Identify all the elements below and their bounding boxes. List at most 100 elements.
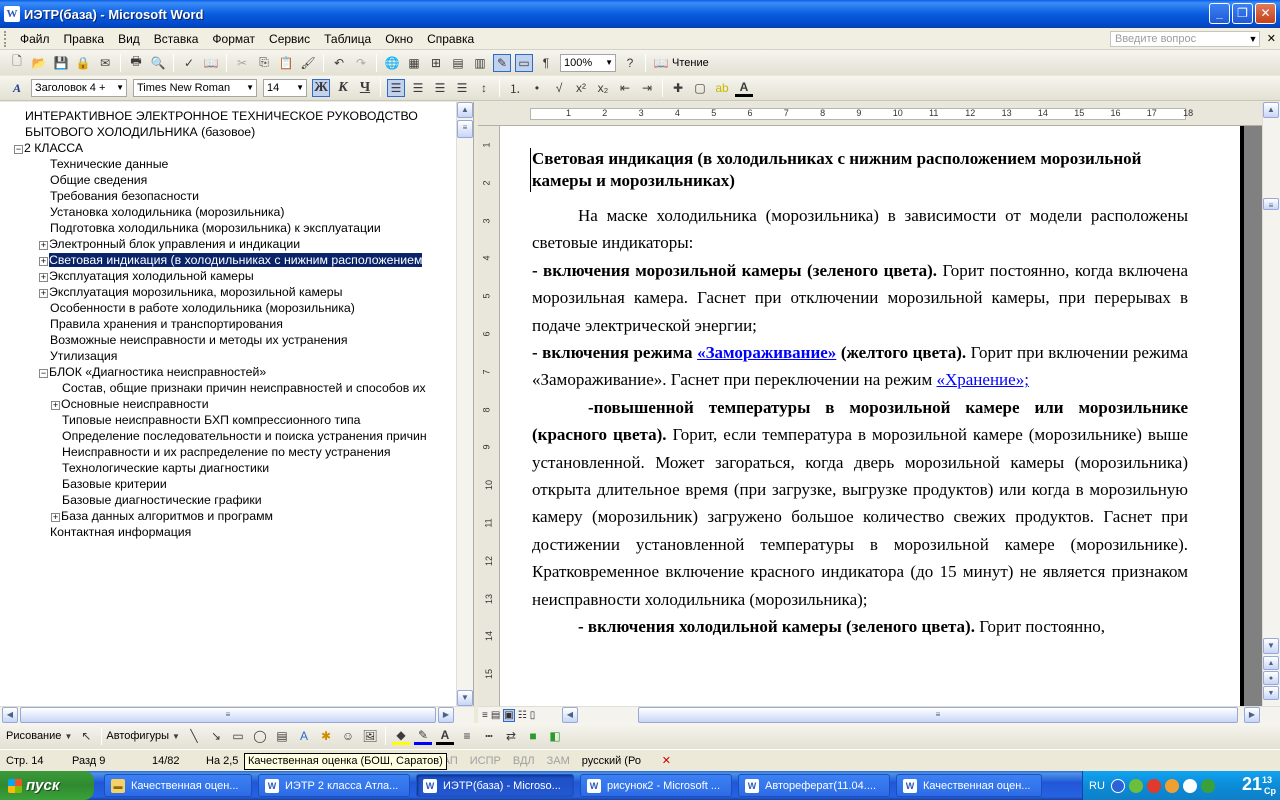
new-document-icon[interactable]: 🗋 bbox=[8, 54, 26, 72]
menu-format[interactable]: Формат bbox=[205, 32, 262, 46]
justify-icon[interactable]: ☰ bbox=[453, 79, 471, 97]
status-trk[interactable]: ИСПР bbox=[464, 755, 507, 767]
document-map-item[interactable]: + База данных алгоритмов и программ bbox=[0, 508, 456, 524]
taskbar-item[interactable]: Wрисунок2 - Microsoft ... bbox=[580, 774, 732, 797]
minimize-button[interactable]: _ bbox=[1209, 3, 1230, 24]
print-icon[interactable]: 🖶 bbox=[127, 54, 145, 72]
arrow-style-icon[interactable]: ⇄ bbox=[502, 727, 520, 745]
chevron-down-icon[interactable]: ▼ bbox=[171, 727, 181, 745]
document-map-pane[interactable]: ИНТЕРАКТИВНОЕ ЭЛЕКТРОННОЕ ТЕХНИЧЕСКОЕ РУ… bbox=[0, 102, 474, 706]
scroll-thumb[interactable]: ≡ bbox=[457, 120, 473, 138]
document-map-item[interactable]: −2 КЛАССА bbox=[0, 140, 456, 156]
start-button[interactable]: пуск bbox=[0, 771, 94, 800]
menu-grip[interactable] bbox=[4, 30, 7, 47]
bold-icon[interactable]: Ж bbox=[312, 79, 330, 97]
columns-icon[interactable]: ▥ bbox=[471, 54, 489, 72]
textbox-icon[interactable]: ▤ bbox=[273, 727, 291, 745]
previous-page-icon[interactable]: ▲ bbox=[1263, 656, 1279, 670]
email-icon[interactable]: ✉ bbox=[96, 54, 114, 72]
next-page-icon[interactable]: ▼ bbox=[1263, 686, 1279, 700]
autoshapes-menu-button[interactable]: Автофигуры bbox=[106, 730, 169, 742]
print-preview-icon[interactable]: 🔍 bbox=[149, 54, 167, 72]
subscript-icon[interactable]: x₂ bbox=[594, 79, 612, 97]
research-icon[interactable]: 📖 bbox=[202, 54, 220, 72]
align-right-icon[interactable]: ☰ bbox=[431, 79, 449, 97]
reading-icon[interactable]: 📖 bbox=[652, 54, 670, 72]
drawing-icon[interactable]: ✎ bbox=[493, 53, 511, 72]
zoom-select[interactable]: 100% ▼ bbox=[560, 53, 616, 72]
line-spacing-icon[interactable]: ↕ bbox=[475, 79, 493, 97]
dash-style-icon[interactable]: ┅ bbox=[480, 727, 498, 745]
tray-network-icon[interactable] bbox=[1128, 778, 1143, 793]
menu-edit[interactable]: Правка bbox=[57, 32, 112, 46]
scroll-down-icon[interactable]: ▼ bbox=[1263, 638, 1279, 654]
highlight-icon[interactable]: ab bbox=[713, 79, 731, 97]
document-map-item[interactable]: Особенности в работе холодильника (мороз… bbox=[0, 300, 456, 316]
spelling-icon[interactable]: ✓ bbox=[180, 54, 198, 72]
scroll-up-icon[interactable]: ▲ bbox=[457, 102, 473, 118]
taskbar-item[interactable]: ▬ Качественная оцен... bbox=[104, 774, 252, 797]
numbering-icon[interactable]: ⒈ bbox=[506, 79, 524, 97]
document-map-item[interactable]: Контактная информация bbox=[0, 524, 456, 540]
hscroll-thumb[interactable]: ≡ bbox=[20, 707, 436, 723]
wordart-icon[interactable]: A bbox=[295, 727, 313, 745]
arrow-icon[interactable]: ↘ bbox=[207, 727, 225, 745]
status-ovr[interactable]: ЗАМ bbox=[541, 755, 576, 767]
document-map-item[interactable]: Базовые диагностические графики bbox=[0, 492, 456, 508]
scroll-right-icon[interactable]: ▶ bbox=[438, 707, 454, 723]
document-map-item[interactable]: Технологические карты диагностики bbox=[0, 460, 456, 476]
menu-insert[interactable]: Вставка bbox=[147, 32, 206, 46]
horizontal-ruler[interactable]: 1 2 3 4 5 6 7 8 9 10 11 12 13 14 15 16 17 18 bbox=[478, 102, 1280, 126]
paste-icon[interactable]: 📋 bbox=[277, 54, 295, 72]
word-app-icon[interactable]: W bbox=[4, 6, 20, 22]
3d-icon[interactable]: ◧ bbox=[546, 727, 564, 745]
expand-icon[interactable]: + bbox=[51, 513, 60, 522]
oval-icon[interactable]: ◯ bbox=[251, 727, 269, 745]
document-map-item[interactable]: Состав, общие признаки причин неисправно… bbox=[0, 380, 456, 396]
document-map-item[interactable]: + Эксплуатация морозильника, морозильной … bbox=[0, 284, 456, 300]
vertical-ruler[interactable]: 1 2 3 4 5 6 7 8 9 10 11 12 13 14 15 bbox=[478, 126, 500, 706]
document-map-item[interactable]: Неисправности и их распределение по мест… bbox=[0, 444, 456, 460]
format-painter-icon[interactable]: 🖌 bbox=[299, 54, 317, 72]
line-color-icon[interactable]: ✎ bbox=[414, 727, 432, 745]
equation-icon[interactable]: √ bbox=[550, 79, 568, 97]
document-map-item[interactable]: Подготовка холодильника (морозильника) к… bbox=[0, 220, 456, 236]
permission-icon[interactable]: 🔒 bbox=[74, 54, 92, 72]
tray-app-icon[interactable] bbox=[1164, 778, 1179, 793]
taskbar-item-active[interactable]: W ИЭТР(база) - Microso... bbox=[416, 774, 574, 797]
spelling-status-icon[interactable]: ✕ bbox=[656, 754, 677, 767]
styles-formatting-icon[interactable]: A bbox=[8, 79, 26, 97]
line-style-icon[interactable]: ≡ bbox=[458, 727, 476, 745]
insert-table-icon[interactable]: ⊞ bbox=[427, 54, 445, 72]
drawing-menu-button[interactable]: Рисование bbox=[6, 730, 61, 742]
browse-object-icon[interactable]: ● bbox=[1263, 671, 1279, 685]
fill-color-icon[interactable]: ◆ bbox=[392, 727, 410, 745]
document-map-item[interactable]: + Электронный блок управления и индикации bbox=[0, 236, 456, 252]
decrease-indent-icon[interactable]: ⇤ bbox=[616, 79, 634, 97]
document-map-item[interactable]: Общие сведения bbox=[0, 172, 456, 188]
increase-indent-icon[interactable]: ⇥ bbox=[638, 79, 656, 97]
document-map-item[interactable]: ИНТЕРАКТИВНОЕ ЭЛЕКТРОННОЕ ТЕХНИЧЕСКОЕ РУ… bbox=[0, 108, 456, 124]
web-view-icon[interactable]: ▤ bbox=[491, 710, 500, 721]
document-map-item[interactable]: + Основные неисправности bbox=[0, 396, 456, 412]
tray-volume-icon[interactable] bbox=[1182, 778, 1197, 793]
document-close-icon[interactable]: ✕ bbox=[1267, 32, 1276, 45]
document-map-item[interactable]: Правила хранения и транспортирования bbox=[0, 316, 456, 332]
document-map-item[interactable]: Утилизация bbox=[0, 348, 456, 364]
font-size-select[interactable]: 14 ▼ bbox=[263, 79, 307, 97]
document-map-item[interactable]: Определение последовательности и поиска … bbox=[0, 428, 456, 444]
font-color-icon[interactable]: A bbox=[735, 79, 753, 97]
collapse-icon[interactable]: − bbox=[14, 145, 23, 154]
rectangle-icon[interactable]: ▭ bbox=[229, 727, 247, 745]
document-page[interactable]: Световая индикация (в холодильниках с ни… bbox=[500, 126, 1244, 706]
tray-antivirus-icon[interactable] bbox=[1146, 778, 1161, 793]
restore-button[interactable]: ❐ bbox=[1232, 3, 1253, 24]
font-select[interactable]: Times New Roman ▼ bbox=[133, 79, 257, 97]
collapse-icon[interactable]: − bbox=[39, 369, 48, 378]
tray-back-icon[interactable] bbox=[1110, 778, 1125, 793]
chevron-down-icon[interactable]: ▼ bbox=[63, 727, 73, 745]
expand-icon[interactable]: + bbox=[39, 241, 48, 250]
font-color-icon[interactable]: A bbox=[436, 727, 454, 745]
scroll-left-icon[interactable]: ◀ bbox=[2, 707, 18, 723]
excel-icon[interactable]: ▤ bbox=[449, 54, 467, 72]
